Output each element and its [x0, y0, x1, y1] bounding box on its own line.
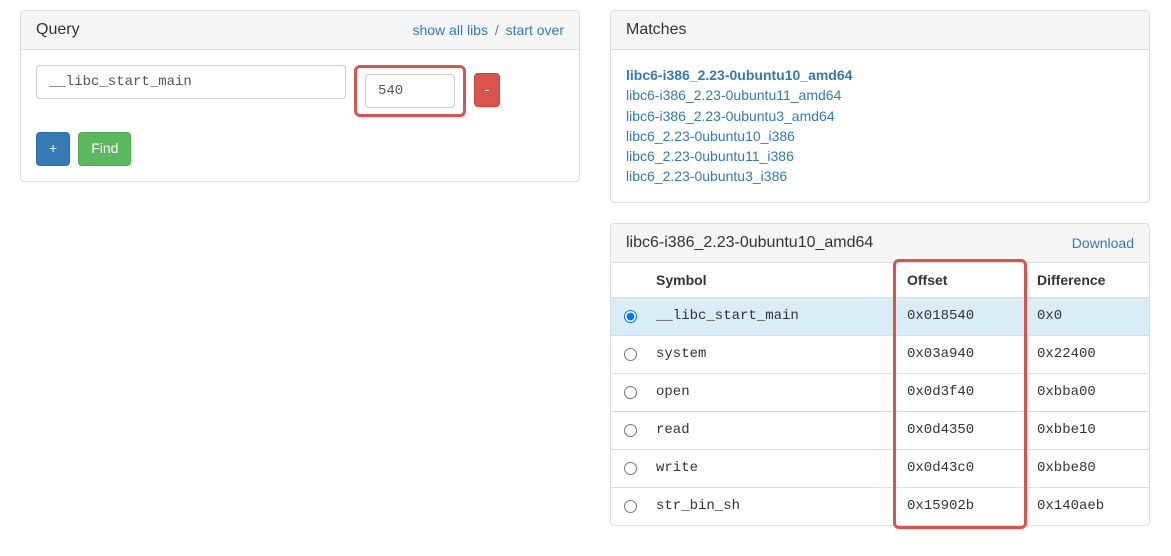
row-radio[interactable]	[624, 310, 637, 323]
cell-offset: 0x15902b	[899, 487, 1029, 525]
cell-symbol: __libc_start_main	[648, 297, 899, 335]
row-radio[interactable]	[624, 348, 637, 361]
row-radio[interactable]	[624, 386, 637, 399]
cell-offset: 0x018540	[899, 297, 1029, 335]
table-header-row: Symbol Offset Difference	[611, 263, 1149, 298]
addr-highlight-box	[354, 65, 466, 117]
table-row: str_bin_sh0x15902b0x140aeb	[611, 487, 1149, 525]
query-panel: Query show all libs / start over - +	[20, 10, 580, 182]
cell-offset: 0x0d3f40	[899, 373, 1029, 411]
cell-difference: 0xbbe10	[1029, 411, 1149, 449]
th-offset: Offset	[899, 263, 1029, 298]
cell-offset: 0x0d43c0	[899, 449, 1029, 487]
th-symbol: Symbol	[648, 263, 899, 298]
symbols-panel-heading: libc6-i386_2.23-0ubuntu10_amd64 Download	[611, 224, 1149, 263]
row-radio[interactable]	[624, 424, 637, 437]
cell-symbol: write	[648, 449, 899, 487]
table-row: __libc_start_main0x0185400x0	[611, 297, 1149, 335]
symbol-input[interactable]	[36, 65, 346, 99]
row-radio[interactable]	[624, 462, 637, 475]
symbols-title: libc6-i386_2.23-0ubuntu10_amd64	[626, 234, 873, 252]
query-title: Query	[36, 21, 80, 39]
download-link[interactable]: Download	[1072, 235, 1134, 251]
cell-difference: 0x0	[1029, 297, 1149, 335]
remove-row-button[interactable]: -	[474, 73, 500, 107]
matches-list: libc6-i386_2.23-0ubuntu10_amd64libc6-i38…	[626, 65, 1134, 187]
query-panel-heading: Query show all libs / start over	[21, 11, 579, 50]
start-over-link[interactable]: start over	[506, 22, 564, 38]
match-link[interactable]: libc6-i386_2.23-0ubuntu10_amd64	[626, 65, 1134, 85]
table-row: system0x03a9400x22400	[611, 335, 1149, 373]
table-row: write0x0d43c00xbbe80	[611, 449, 1149, 487]
th-radio	[611, 263, 648, 298]
match-link[interactable]: libc6-i386_2.23-0ubuntu11_amd64	[626, 85, 1134, 105]
cell-symbol: read	[648, 411, 899, 449]
query-panel-body: - + Find	[21, 50, 579, 181]
query-button-row: + Find	[36, 132, 564, 166]
cell-symbol: open	[648, 373, 899, 411]
match-link[interactable]: libc6_2.23-0ubuntu3_i386	[626, 166, 1134, 186]
query-row: -	[36, 65, 564, 117]
add-row-button[interactable]: +	[36, 132, 70, 166]
matches-panel-body: libc6-i386_2.23-0ubuntu10_amd64libc6-i38…	[611, 50, 1149, 202]
cell-difference: 0x22400	[1029, 335, 1149, 373]
show-all-libs-link[interactable]: show all libs	[412, 22, 487, 38]
symbols-table: Symbol Offset Difference __libc_start_ma…	[611, 263, 1149, 525]
match-link[interactable]: libc6_2.23-0ubuntu10_i386	[626, 126, 1134, 146]
cell-difference: 0x140aeb	[1029, 487, 1149, 525]
cell-offset: 0x0d4350	[899, 411, 1029, 449]
cell-offset: 0x03a940	[899, 335, 1029, 373]
symbols-panel: libc6-i386_2.23-0ubuntu10_amd64 Download…	[610, 223, 1150, 526]
matches-title: Matches	[626, 21, 686, 39]
matches-panel: Matches libc6-i386_2.23-0ubuntu10_amd64l…	[610, 10, 1150, 203]
match-link[interactable]: libc6-i386_2.23-0ubuntu3_amd64	[626, 106, 1134, 126]
cell-symbol: system	[648, 335, 899, 373]
address-input[interactable]	[365, 74, 455, 108]
link-separator: /	[495, 22, 499, 38]
table-row: open0x0d3f400xbba00	[611, 373, 1149, 411]
matches-panel-heading: Matches	[611, 11, 1149, 50]
row-radio[interactable]	[624, 500, 637, 513]
cell-symbol: str_bin_sh	[648, 487, 899, 525]
cell-difference: 0xbba00	[1029, 373, 1149, 411]
symbols-panel-body: Symbol Offset Difference __libc_start_ma…	[611, 263, 1149, 525]
find-button[interactable]: Find	[78, 132, 131, 166]
cell-difference: 0xbbe80	[1029, 449, 1149, 487]
th-difference: Difference	[1029, 263, 1149, 298]
match-link[interactable]: libc6_2.23-0ubuntu11_i386	[626, 146, 1134, 166]
table-row: read0x0d43500xbbe10	[611, 411, 1149, 449]
query-heading-links: show all libs / start over	[412, 22, 564, 38]
